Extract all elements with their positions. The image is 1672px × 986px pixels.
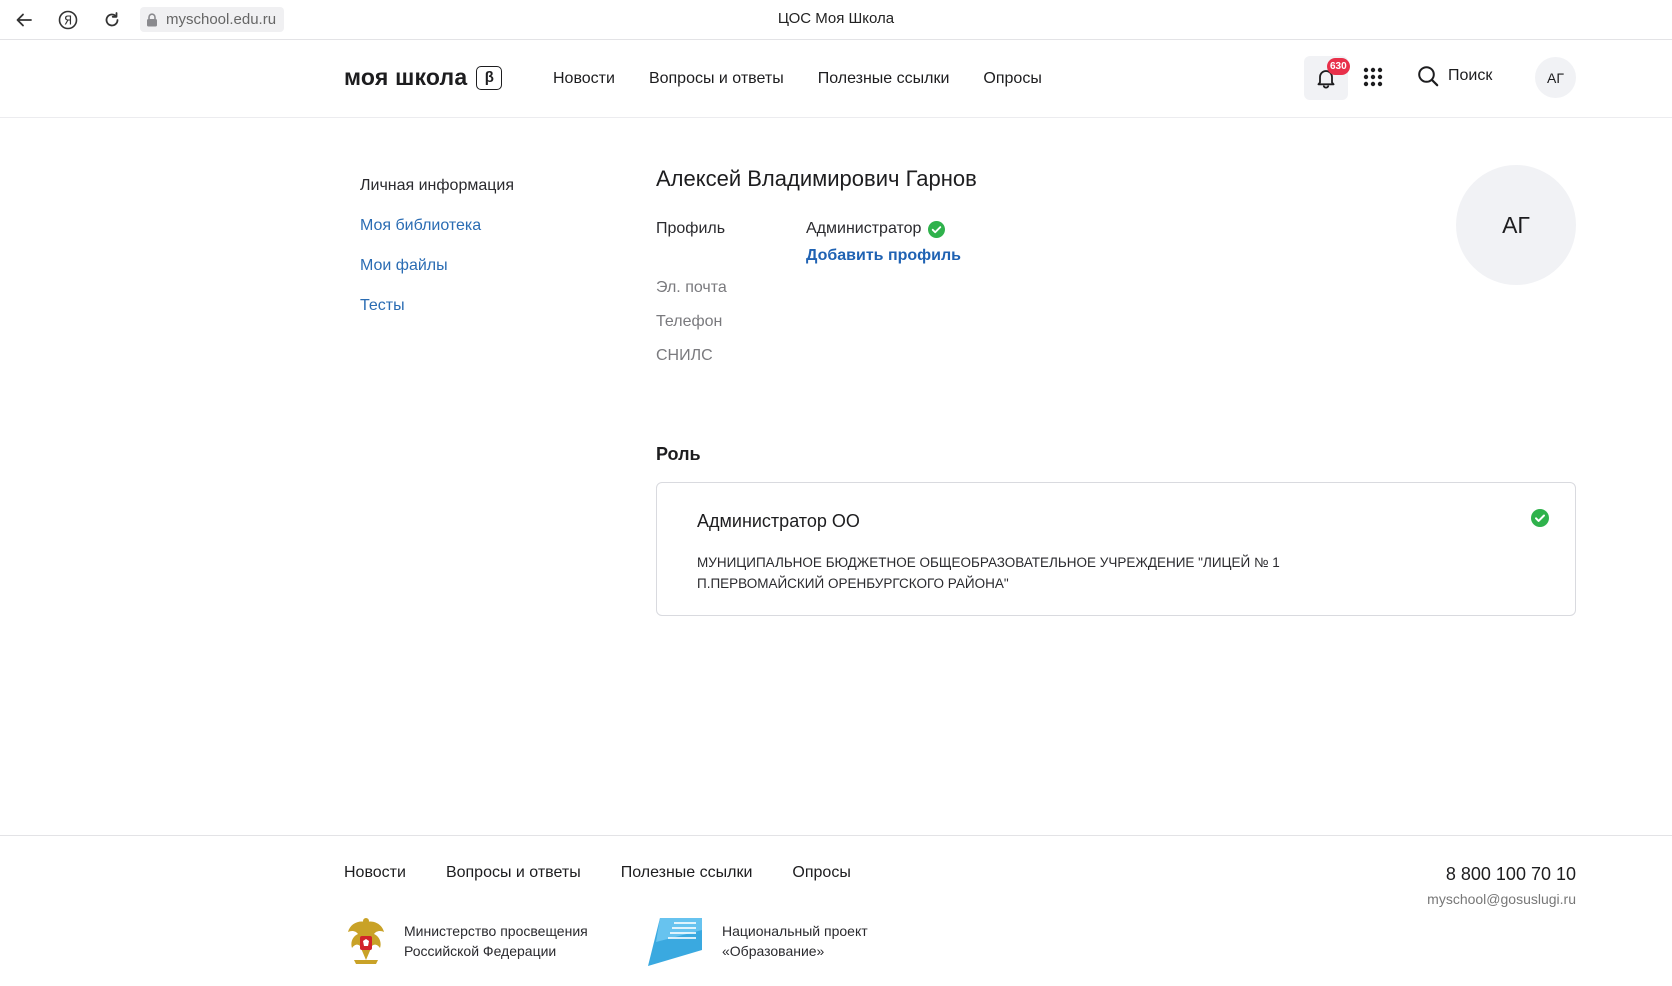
user-avatar[interactable]: АГ (1535, 57, 1576, 98)
notifications-button[interactable]: 630 (1304, 56, 1350, 100)
side-menu-tests[interactable]: Тесты (360, 296, 514, 316)
top-navigation: Новости Вопросы и ответы Полезные ссылки… (553, 70, 1042, 88)
footer-nav-useful-links[interactable]: Полезные ссылки (621, 864, 753, 882)
profile-role-text: Администратор (806, 220, 922, 237)
nav-useful-links[interactable]: Полезные ссылки (818, 70, 950, 88)
footer-phone[interactable]: 8 800 100 70 10 (1446, 864, 1576, 885)
email-label: Эл. почта (656, 279, 727, 296)
role-name: Администратор ОО (697, 511, 860, 531)
role-section-title: Роль (656, 444, 701, 464)
logo-text: моя школа (344, 64, 468, 90)
beta-badge: β (476, 65, 503, 90)
site-logo[interactable]: моя школа β (344, 64, 503, 91)
site-footer: Новости Вопросы и ответы Полезные ссылки… (0, 835, 1672, 986)
footer-email[interactable]: myschool@gosuslugi.ru (1427, 891, 1576, 907)
phone-label: Телефон (656, 313, 723, 330)
profile-full-name: Алексей Владимирович Гарнов (656, 166, 977, 191)
browser-toolbar: Я myschool.edu.ru ЦОС Моя Школа (0, 0, 1672, 40)
ministry-logo-block[interactable]: Министерство просвещения Российской Феде… (344, 916, 614, 966)
page-tab-title: ЦОС Моя Школа (777, 10, 895, 27)
side-menu-personal-info[interactable]: Личная информация (360, 176, 514, 196)
nav-polls[interactable]: Опросы (983, 70, 1041, 88)
national-project-logo-block[interactable]: Национальный проект «Образование» (646, 916, 902, 966)
nav-news[interactable]: Новости (553, 70, 615, 88)
ministry-name-line1: Министерство просвещения (404, 923, 588, 939)
footer-nav-news[interactable]: Новости (344, 864, 406, 882)
profile-side-menu: Личная информация Моя библиотека Мои фай… (360, 176, 514, 336)
side-menu-my-library[interactable]: Моя библиотека (360, 216, 514, 236)
national-project-name: Национальный проект «Образование» (722, 921, 902, 961)
role-organization: МУНИЦИПАЛЬНОЕ БЮДЖЕТНОЕ ОБЩЕОБРАЗОВАТЕЛЬ… (697, 555, 1280, 591)
profile-label: Профиль (656, 220, 726, 237)
ministry-name: Министерство просвещения Российской Феде… (404, 921, 614, 961)
footer-nav-faq[interactable]: Вопросы и ответы (446, 864, 581, 882)
site-header: моя школа β Новости Вопросы и ответы Пол… (0, 40, 1672, 118)
nav-faq[interactable]: Вопросы и ответы (649, 70, 784, 88)
ministry-name-line2: Российской Федерации (404, 943, 557, 959)
notifications-count-badge: 630 (1327, 58, 1350, 75)
national-project-line1: Национальный проект (722, 923, 868, 939)
snils-label: СНИЛС (656, 347, 713, 364)
footer-navigation: Новости Вопросы и ответы Полезные ссылки… (344, 864, 851, 882)
role-card[interactable]: Администратор ОО МУНИЦИПАЛЬНОЕ БЮДЖЕТНОЕ… (656, 482, 1576, 616)
profile-avatar[interactable]: АГ (1456, 165, 1576, 285)
side-menu-my-files[interactable]: Мои файлы (360, 256, 514, 276)
apps-grid-icon[interactable] (1362, 66, 1384, 88)
national-project-logo-icon (648, 918, 702, 966)
search-icon (1418, 66, 1439, 87)
footer-nav-polls[interactable]: Опросы (792, 864, 850, 882)
verified-check-icon (928, 220, 946, 238)
search-button[interactable]: Поиск (1417, 65, 1492, 87)
active-role-check-icon (1531, 509, 1549, 527)
coat-of-arms-icon (348, 918, 384, 964)
add-profile-link[interactable]: Добавить профиль (806, 247, 961, 265)
national-project-line2: «Образование» (722, 943, 825, 959)
search-label: Поиск (1448, 67, 1493, 84)
profile-value: Администратор (806, 220, 946, 238)
